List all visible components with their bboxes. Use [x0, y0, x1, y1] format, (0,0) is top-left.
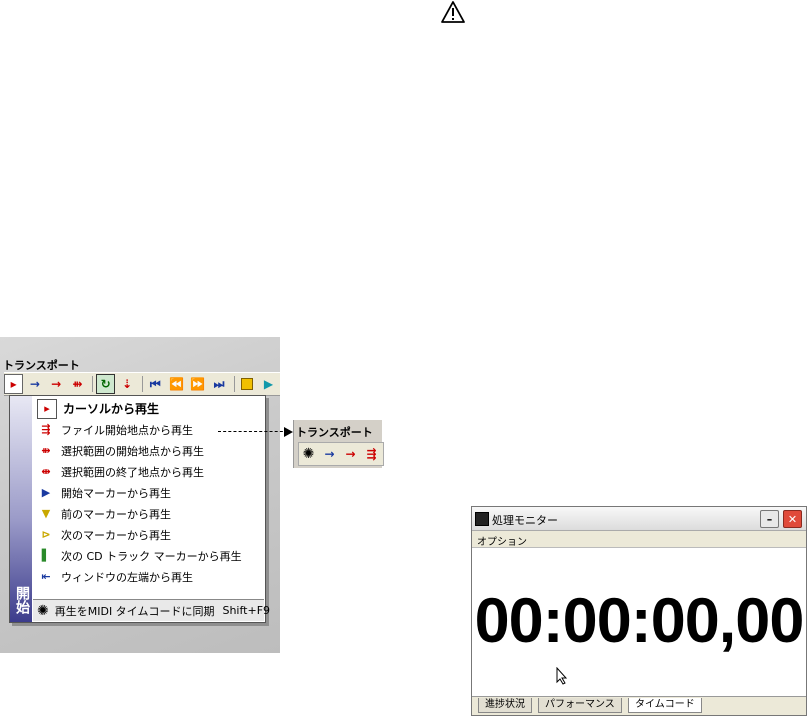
play-from-cursor-icon[interactable]: ▸ [4, 374, 24, 394]
menu-item-play-from-next-cd-track[interactable]: ▌ 次の CD トラック マーカーから再生 [33, 545, 264, 566]
loop-icon[interactable]: ↻ [96, 374, 116, 394]
go-end-icon[interactable]: ⏭ [209, 374, 228, 394]
dotted-connector [218, 431, 288, 434]
toolbar-divider [233, 376, 235, 392]
rewind-icon[interactable]: ⏪ [167, 374, 186, 394]
menu-side-strip: 開始 [10, 396, 32, 622]
processing-monitor-window: 処理モニター – ✕ オプション 00:00:00,00 進捗状況 パフォーマン… [471, 506, 807, 716]
play-arrow-icon[interactable]: → [25, 374, 44, 394]
window-title: 処理モニター [492, 514, 558, 527]
tab-progress[interactable]: 進捗状況 [478, 698, 532, 713]
play-red-icon[interactable]: → [341, 444, 360, 464]
menu-item-play-from-selection-end[interactable]: ⇼ 選択範囲の終了地点から再生 [33, 461, 264, 482]
menu-item-play-from-file-start[interactable]: ⇶ ファイル開始地点から再生 [33, 419, 264, 440]
menu-options[interactable]: オプション [477, 533, 527, 548]
stop-icon[interactable] [238, 374, 257, 394]
toolbar-divider [92, 376, 94, 392]
play-selection-start-icon: ⇻ [41, 444, 51, 457]
menu-bar: オプション [472, 531, 806, 548]
play-menu: 開始 ▸ カーソルから再生 ⇶ ファイル開始地点から再生 ⇻ 選択範囲の開始地点… [9, 395, 270, 623]
window-titlebar[interactable]: 処理モニター – ✕ [472, 507, 806, 531]
menu-item-sync-midi-timecode[interactable]: ✺ 再生をMIDI タイムコードに同期 Shift+F9 [33, 600, 270, 621]
go-start-icon[interactable]: ⏮ [146, 374, 165, 394]
play-region-icon[interactable]: ⇻ [68, 374, 87, 394]
play-file-start-icon: ⇶ [41, 423, 51, 436]
tab-bar: 進捗状況 パフォーマンス タイムコード [472, 696, 806, 715]
app-icon [475, 512, 489, 526]
start-marker-icon: ▶ [41, 486, 51, 499]
play-selection-end-icon: ⇼ [41, 465, 51, 478]
tab-performance[interactable]: パフォーマンス [538, 698, 622, 713]
menu-item-play-from-window-left[interactable]: ⇤ ウィンドウの左端から再生 [33, 566, 264, 587]
close-button[interactable]: ✕ [783, 510, 802, 528]
shortcut-label: Shift+F9 [222, 604, 271, 617]
midi-sync-icon[interactable]: ✺ [299, 444, 318, 464]
menu-item-play-from-start-marker[interactable]: ▶ 開始マーカーから再生 [33, 482, 264, 503]
mouse-pointer-icon [556, 667, 568, 685]
transport-toolbar: ▸ → → ⇻ ↻ ⇣ ⏮ ⏪ ⏩ ⏭ ▶ [4, 372, 280, 396]
timecode-display: 00:00:00,00 [474, 586, 805, 656]
warning-icon [441, 1, 465, 23]
play-red-icon[interactable]: → [47, 374, 66, 394]
arrow-icon [284, 427, 293, 437]
toolbar-divider [141, 376, 143, 392]
next-marker-icon: ⊳ [41, 528, 51, 541]
midi-sync-icon: ✺ [37, 602, 49, 619]
cd-track-marker-icon: ▌ [41, 549, 51, 562]
menu-side-label: 開始 [14, 586, 30, 614]
window-left-edge-icon: ⇤ [41, 570, 51, 583]
mini-transport-toolbar: ✺ → → ⇶ [298, 442, 384, 466]
play-from-cursor-icon: ▸ [37, 398, 57, 419]
play-icon[interactable]: ▶ [259, 374, 278, 394]
transport-title: トランスポート [3, 359, 80, 372]
menu-item-play-from-next-marker[interactable]: ⊳ 次のマーカーから再生 [33, 524, 264, 545]
play-file-start-icon[interactable]: ⇶ [362, 444, 381, 464]
fast-forward-icon[interactable]: ⏩ [188, 374, 207, 394]
cursor-icon[interactable]: ⇣ [117, 374, 136, 394]
minimize-button[interactable]: – [760, 510, 779, 528]
menu-item-play-from-cursor[interactable]: ▸ カーソルから再生 [33, 398, 264, 419]
tab-timecode[interactable]: タイムコード [628, 698, 702, 713]
menu-item-play-from-previous-marker[interactable]: ▼ 前のマーカーから再生 [33, 503, 264, 524]
menu-item-play-from-selection-start[interactable]: ⇻ 選択範囲の開始地点から再生 [33, 440, 264, 461]
mini-transport-title: トランスポート [296, 426, 373, 439]
previous-marker-icon: ▼ [41, 507, 51, 520]
play-arrow-icon[interactable]: → [320, 444, 339, 464]
mini-transport-panel: トランスポート ✺ → → ⇶ [293, 420, 384, 468]
